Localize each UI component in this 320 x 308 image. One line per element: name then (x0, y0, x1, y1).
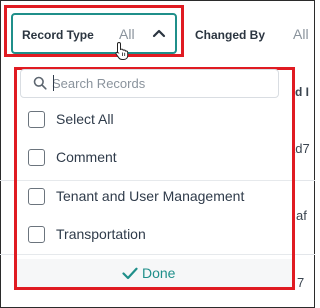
hand-pointer-icon (115, 41, 129, 60)
option-divider (17, 254, 292, 255)
option-comment[interactable]: Comment (21, 143, 289, 173)
option-transportation[interactable]: Transportation (21, 220, 289, 250)
checkbox[interactable] (28, 111, 45, 128)
search-input[interactable] (52, 73, 272, 93)
table-cell-partial: af (296, 208, 307, 223)
checkbox[interactable] (28, 188, 45, 205)
option-label: Transportation (56, 226, 146, 242)
highlight-box (4, 5, 184, 57)
changed-by-value[interactable]: All (293, 26, 309, 42)
changed-by-label[interactable]: Changed By (195, 28, 265, 42)
option-select-all[interactable]: Select All (21, 105, 289, 135)
option-label: Select All (56, 111, 114, 127)
done-label: Done (142, 265, 176, 281)
option-label: Tenant and User Management (56, 188, 245, 204)
option-label: Comment (56, 149, 117, 165)
check-icon (122, 267, 138, 279)
search-icon (33, 76, 47, 90)
table-cell-partial: 7 (297, 275, 305, 290)
option-divider (17, 180, 292, 181)
text-caret (53, 75, 54, 91)
checkbox[interactable] (28, 149, 45, 166)
done-button[interactable]: Done (122, 264, 175, 282)
record-type-dropdown (14, 67, 295, 290)
checkbox[interactable] (28, 226, 45, 243)
option-tenant-and-user-management[interactable]: Tenant and User Management (21, 182, 289, 212)
